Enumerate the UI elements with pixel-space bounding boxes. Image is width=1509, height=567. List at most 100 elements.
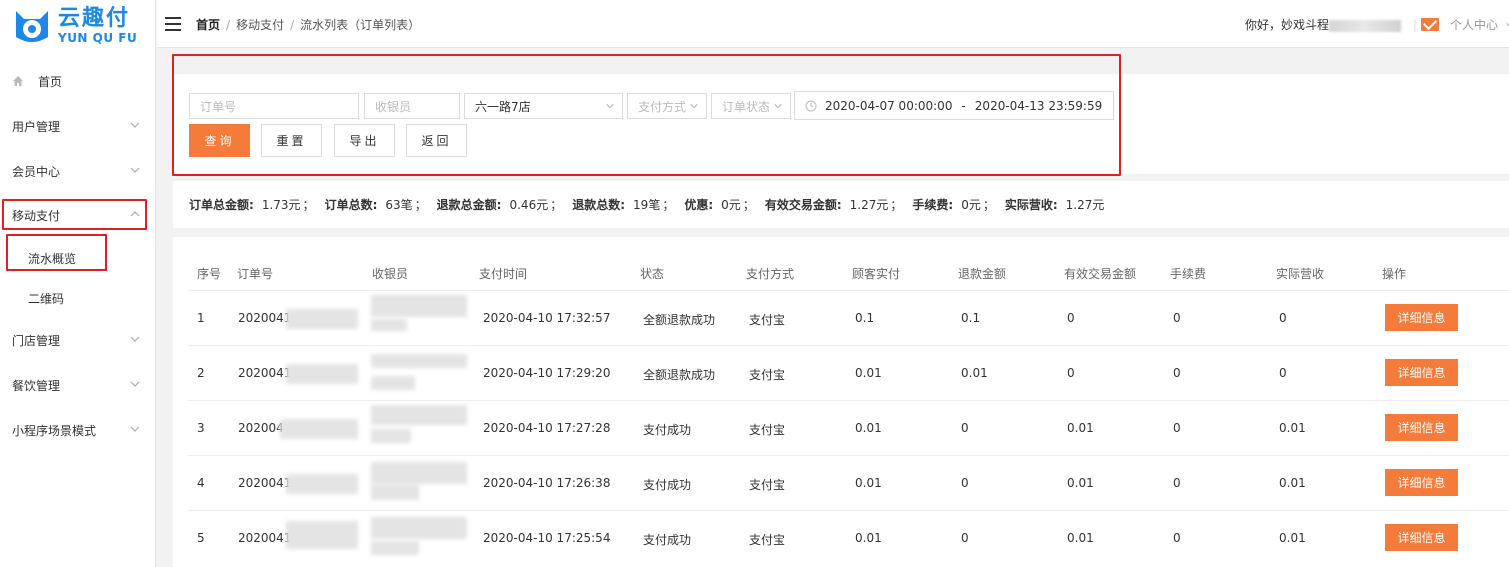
column-header: 收银员 [372, 267, 409, 281]
order-table: 序号 订单号 收银员 支付时间 状态 支付方式 顾客实付 退款金额 有效交易金额… [173, 237, 1509, 567]
cell-method: 支付宝 [749, 313, 786, 327]
detail-button[interactable]: 详细信息 [1385, 304, 1458, 331]
cell-order-no: 2020041 [238, 476, 292, 490]
summary-value: 1.27元 [1065, 198, 1105, 212]
cell-valid: 0.01 [1067, 476, 1094, 490]
cell-status: 支付成功 [643, 478, 692, 492]
chevron-down-icon [130, 122, 140, 128]
cell-valid: 0.01 [1067, 421, 1094, 435]
redacted-cashier [371, 295, 467, 317]
home-icon [13, 76, 23, 86]
column-header: 状态 [640, 267, 665, 281]
sidebar-item-label: 用户管理 [12, 119, 61, 134]
brand-name-cn: 云趣付 [58, 6, 131, 31]
cell-no: 2 [197, 366, 205, 380]
redacted-cashier [371, 405, 467, 425]
cell-refund: 0.1 [961, 311, 981, 325]
cell-paid: 0.01 [855, 421, 882, 435]
cell-no: 4 [197, 476, 205, 490]
redacted-cashier [371, 319, 407, 331]
cell-order-no: 2020041 [238, 531, 292, 545]
sidebar-item-label: 会员中心 [12, 164, 61, 179]
cell-method: 支付宝 [749, 423, 786, 437]
user-center-link[interactable]: 个人中心 [1450, 16, 1509, 33]
cell-order-no: 2020041 [238, 366, 292, 380]
cell-fee: 0 [1173, 311, 1181, 325]
cell-order-no: 2020041 [238, 311, 292, 325]
cell-status: 支付成功 [643, 423, 692, 437]
logo-icon [16, 11, 48, 42]
summary-label: 优惠: [684, 198, 714, 212]
summary-label: 手续费: [912, 198, 954, 212]
summary-label: 退款总金额: [436, 198, 502, 212]
sidebar-subitem-qrcode[interactable]: 二维码 [0, 283, 156, 313]
breadcrumb-home[interactable]: 首页 [196, 18, 220, 32]
detail-button[interactable]: 详细信息 [1385, 414, 1458, 441]
sidebar-item-miniprogram-scene[interactable]: 小程序场景模式 [0, 415, 156, 445]
cell-paid: 0.1 [855, 311, 875, 325]
sidebar-item-user-management[interactable]: 用户管理 [0, 111, 156, 141]
column-header: 订单号 [237, 267, 274, 281]
cell-time: 2020-04-10 17:25:54 [483, 531, 611, 545]
greeting-text: 你好，妙戏斗程 [1245, 18, 1330, 32]
redacted-order [286, 364, 358, 384]
detail-button[interactable]: 详细信息 [1385, 469, 1458, 496]
brand-logo[interactable]: 云趣付 YUN QU FU [10, 6, 150, 46]
cell-fee: 0 [1173, 476, 1181, 490]
redacted-order [286, 521, 358, 549]
column-header: 支付时间 [479, 267, 528, 281]
table-row: 1 2020041 2020-04-10 17:32:57 全额退款成功 支付宝… [188, 290, 1509, 345]
cell-refund: 0.01 [961, 366, 988, 380]
cell-method: 支付宝 [749, 533, 786, 547]
breadcrumb: 首页 / 移动支付 / 流水列表（订单列表） [196, 18, 421, 32]
chevron-down-icon [130, 381, 140, 387]
sidebar-item-home[interactable]: 首页 [0, 66, 156, 96]
user-center-label: 个人中心 [1450, 18, 1499, 32]
redacted-cashier [371, 517, 467, 539]
summary-label: 有效交易金额: [764, 198, 842, 212]
summary-value: 0元 [961, 198, 981, 212]
cell-order-no: 202004 [238, 421, 284, 435]
column-header: 手续费 [1170, 267, 1207, 281]
summary-value: 1.27元 [849, 198, 889, 212]
cell-paid: 0.01 [855, 531, 882, 545]
detail-button[interactable]: 详细信息 [1385, 359, 1458, 386]
sidebar-item-store-management[interactable]: 门店管理 [0, 325, 156, 355]
cell-time: 2020-04-10 17:32:57 [483, 311, 611, 325]
breadcrumb-mobile-payment[interactable]: 移动支付 [236, 18, 284, 32]
cell-time: 2020-04-10 17:27:28 [483, 421, 611, 435]
table-row: 5 2020041 2020-04-10 17:25:54 支付成功 支付宝 0… [188, 510, 1509, 565]
cell-paid: 0.01 [855, 366, 882, 380]
column-header: 退款金额 [958, 267, 1007, 281]
summary-label: 实际营收: [1004, 198, 1058, 212]
column-header: 支付方式 [746, 267, 795, 281]
summary-value: 0元 [721, 198, 741, 212]
sidebar-item-label: 门店管理 [12, 333, 61, 348]
summary-value: 19笔 [633, 198, 661, 212]
menu-toggle-icon[interactable] [165, 17, 181, 31]
mail-icon[interactable] [1421, 18, 1439, 31]
cell-valid: 0 [1067, 311, 1075, 325]
cell-refund: 0 [961, 476, 969, 490]
cell-status: 全额退款成功 [643, 313, 716, 327]
cell-status: 支付成功 [643, 533, 692, 547]
redacted-username [1329, 19, 1402, 32]
redacted-cashier [371, 354, 467, 368]
sidebar-item-member-center[interactable]: 会员中心 [0, 156, 156, 186]
highlight-box [172, 54, 1121, 176]
cell-method: 支付宝 [749, 368, 786, 382]
cell-time: 2020-04-10 17:29:20 [483, 366, 611, 380]
column-header: 序号 [197, 267, 222, 281]
redacted-cashier [371, 429, 411, 443]
table-row: 3 202004 2020-04-10 17:27:28 支付成功 支付宝 0.… [188, 400, 1509, 455]
cell-no: 3 [197, 421, 205, 435]
sidebar-item-catering-management[interactable]: 餐饮管理 [0, 370, 156, 400]
redacted-cashier [371, 462, 467, 484]
detail-button[interactable]: 详细信息 [1385, 524, 1458, 551]
table-row: 2 2020041 2020-04-10 17:29:20 全额退款成功 支付宝… [188, 345, 1509, 400]
user-greeting: 你好，妙戏斗程 | [1245, 18, 1417, 32]
sidebar-item-label: 二维码 [28, 291, 65, 306]
cell-refund: 0 [961, 421, 969, 435]
sidebar-item-label: 小程序场景模式 [12, 423, 97, 438]
cell-fee: 0 [1173, 421, 1181, 435]
